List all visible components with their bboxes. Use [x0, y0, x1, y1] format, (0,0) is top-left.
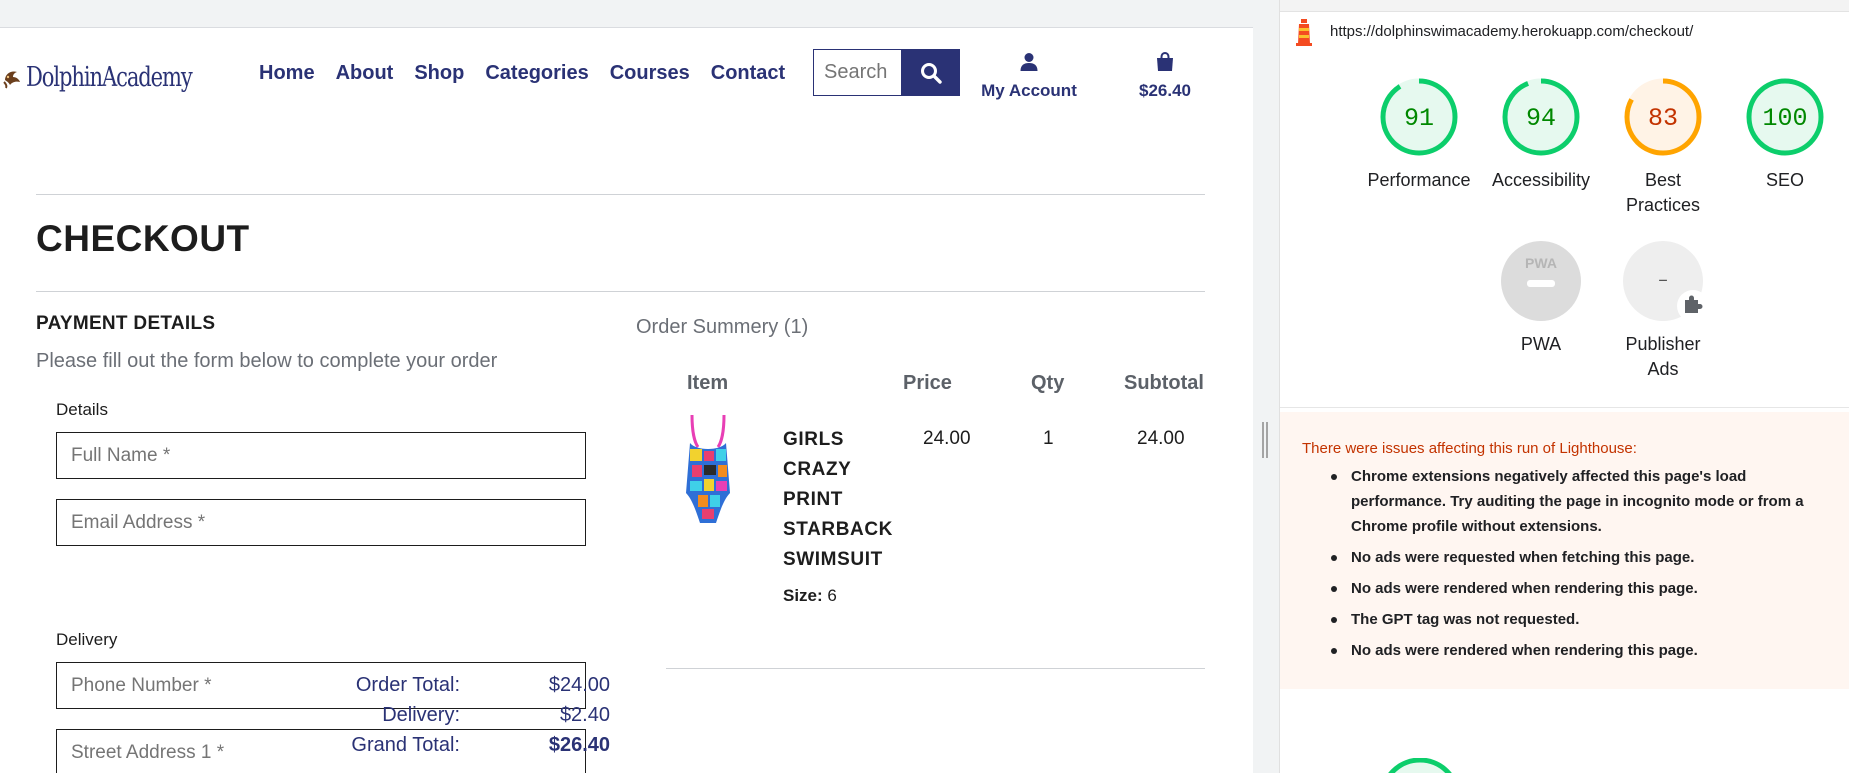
search-input[interactable] [813, 49, 901, 96]
totals-divider [666, 668, 1205, 669]
delivery-cost-label: Delivery: [382, 704, 460, 726]
payment-details-title: PAYMENT DETAILS [36, 313, 216, 334]
gauge-score-value: 83 [1648, 104, 1678, 133]
product-name[interactable]: GIRLS CRAZY PRINT STARBACK SWIMSUIT [783, 425, 893, 575]
gauge-best-practices: 83 [1624, 78, 1702, 156]
svg-text:–: – [1658, 271, 1669, 291]
title-divider [36, 291, 1205, 292]
delivery-label: Delivery [56, 630, 118, 649]
product-qty: 1 [1043, 428, 1054, 449]
column-header-subtotal: Subtotal [1124, 372, 1204, 394]
warnings-list: Chrome extensions negatively affected th… [1329, 464, 1829, 669]
page-title: CHECKOUT [36, 218, 250, 259]
warning-item: Chrome extensions negatively affected th… [1329, 464, 1829, 539]
warning-item: No ads were requested when fetching this… [1329, 545, 1829, 570]
full-name-field[interactable] [56, 432, 586, 479]
order-summary-title: Order Summery (1) [636, 316, 809, 338]
nav-about[interactable]: About [336, 62, 394, 85]
gauge-label-accessibility: Accessibility [1491, 170, 1591, 190]
gauge-label-publisher-ads: Publisher Ads [1625, 334, 1701, 379]
phone-number-field[interactable] [56, 662, 586, 709]
pwa-badge-icon: PWA [1501, 241, 1581, 321]
product-name-line: CRAZY [783, 459, 852, 480]
details-label: Details [56, 400, 108, 419]
shopping-bag-link[interactable]: $26.40 [1134, 51, 1196, 101]
search-button[interactable] [901, 49, 960, 96]
warnings-title: There were issues affecting this run of … [1302, 440, 1637, 457]
grand-total-value: $26.40 [548, 734, 610, 756]
gauge-score-value: 94 [1526, 104, 1556, 133]
nav-shop[interactable]: Shop [414, 62, 464, 85]
lighthouse-report-panel: https://dolphinswimacademy.herokuapp.com… [1279, 0, 1849, 773]
gauge-accessibility: 94 [1502, 78, 1580, 156]
column-header-item: Item [687, 372, 729, 394]
lighthouse-icon [1296, 19, 1312, 46]
email-field[interactable] [56, 499, 586, 546]
main-nav: Home About Shop Categories Courses Conta… [259, 62, 806, 85]
site-search [813, 49, 960, 96]
score-best-practices[interactable]: 83 Best Practices [1602, 76, 1724, 218]
column-header-price: Price [903, 372, 952, 394]
product-name-line: SWIMSUIT [783, 549, 883, 570]
warning-item: The GPT tag was not requested. [1329, 607, 1829, 632]
bag-total: $26.40 [1139, 81, 1191, 100]
column-header-qty: Qty [1031, 372, 1065, 394]
score-seo[interactable]: 100 SEO [1724, 76, 1846, 193]
delivery-cost-value: $2.40 [559, 704, 610, 726]
my-account-link[interactable]: My Account [981, 52, 1077, 101]
product-image[interactable] [678, 413, 736, 527]
svg-text:PWA: PWA [1525, 255, 1557, 271]
audited-url[interactable]: https://dolphinswimacademy.herokuapp.com… [1330, 23, 1693, 40]
score-publisher-ads[interactable]: – Publisher Ads [1602, 240, 1724, 382]
drag-handle-icon[interactable] [1261, 422, 1269, 458]
gauge-performance: 91 [1380, 78, 1458, 156]
product-name-line: PRINT [783, 489, 843, 510]
product-name-line: GIRLS [783, 429, 845, 450]
product-size-label: Size: [783, 586, 823, 605]
warning-item: No ads were rendered when rendering this… [1329, 576, 1829, 601]
nav-categories[interactable]: Categories [485, 62, 588, 85]
gauge-score-value: 100 [1762, 104, 1807, 133]
publisher-ads-gauge: – [1623, 241, 1704, 322]
header-divider [36, 194, 1205, 195]
payment-details-subtitle: Please fill out the form below to comple… [36, 350, 498, 372]
screenshot-root: DolphinAcademy Home About Shop Categorie… [0, 0, 1849, 773]
site-logo[interactable]: DolphinAcademy [2, 62, 238, 93]
street-address-1-field[interactable] [56, 729, 586, 773]
product-size: Size: 6 [783, 586, 837, 606]
user-icon [1020, 53, 1038, 71]
product-name-line: STARBACK [783, 519, 893, 540]
lighthouse-top-strip [1280, 0, 1849, 12]
website-viewport: DolphinAcademy Home About Shop Categorie… [0, 0, 1253, 773]
logo-text: DolphinAcademy [26, 62, 193, 93]
gauge-seo: 100 [1746, 78, 1824, 156]
product-subtotal: 24.00 [1137, 428, 1185, 449]
nav-courses[interactable]: Courses [610, 62, 690, 85]
grand-total-label: Grand Total: [351, 734, 460, 756]
order-total-value: $24.00 [548, 674, 610, 696]
nav-contact[interactable]: Contact [711, 62, 785, 85]
warning-item: No ads were rendered when rendering this… [1329, 638, 1829, 663]
devtools-splitter[interactable] [1253, 0, 1279, 773]
product-size-value: 6 [827, 586, 837, 605]
score-pwa[interactable]: PWA PWA [1480, 240, 1602, 357]
lighthouse-warnings: There were issues affecting this run of … [1280, 412, 1849, 689]
dolphin-logo-icon [3, 70, 20, 88]
score-accessibility[interactable]: 94 Accessibility [1480, 76, 1602, 193]
score-performance[interactable]: 91 Performance [1358, 76, 1480, 193]
product-price: 24.00 [923, 428, 971, 449]
gauge-score-value: 91 [1404, 104, 1434, 133]
gauge-label-seo: SEO [1765, 170, 1804, 190]
my-account-label: My Account [981, 81, 1077, 100]
gauge-label-best-practices: Best Practices [1625, 170, 1701, 215]
order-total-label: Order Total: [355, 674, 460, 696]
lighthouse-section-divider [1280, 407, 1849, 408]
shopping-bag-icon [1157, 51, 1173, 71]
gauge-label-pwa: PWA [1520, 334, 1562, 354]
nav-home[interactable]: Home [259, 62, 315, 85]
viewport-top-band [0, 0, 1253, 28]
next-gauge-partial-icon [1388, 758, 1452, 773]
search-icon [920, 62, 942, 84]
gauge-label-performance: Performance [1367, 170, 1471, 190]
